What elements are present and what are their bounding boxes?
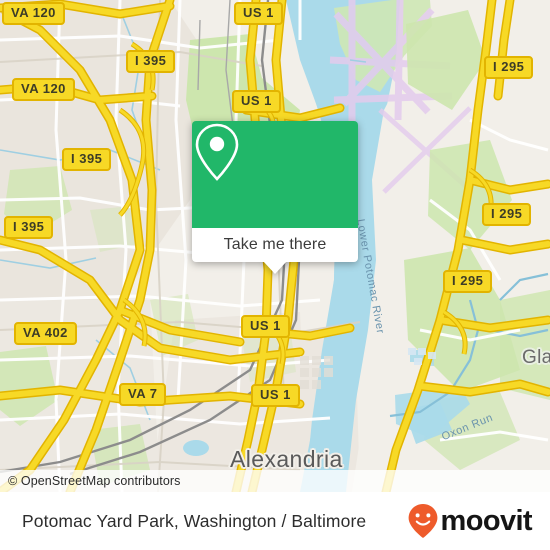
moovit-smiley-pin-icon	[408, 504, 437, 538]
map-canvas[interactable]: VA 120 I 395 US 1 US 1 VA 120 I 395 I 295 I 295…	[0, 0, 550, 492]
road-shield: VA 402	[14, 322, 77, 345]
road-shield: US 1	[241, 315, 290, 338]
location-pin-icon	[195, 123, 239, 181]
road-shield: US 1	[234, 2, 283, 25]
popup-image-area	[192, 121, 358, 228]
road-shield: I 395	[4, 216, 54, 239]
road-shield: US 1	[251, 384, 300, 407]
moovit-wordmark: moovit	[440, 504, 533, 537]
road-shield: I 295	[482, 203, 532, 226]
footer-bar: Potomac Yard Park, Washington / Baltimor…	[0, 492, 550, 550]
road-shield: VA 120	[12, 78, 75, 101]
moovit-logo[interactable]: moovit	[407, 503, 533, 539]
road-shield: I 295	[484, 56, 534, 79]
attribution-text: © OpenStreetMap contributors	[8, 474, 181, 488]
popup-action-bar[interactable]: Take me there	[192, 228, 358, 262]
road-shield: I 395	[126, 50, 176, 73]
road-shield: VA 120	[2, 2, 65, 25]
road-shield: I 395	[62, 148, 112, 171]
take-me-there-popup[interactable]: Take me there	[192, 121, 358, 274]
road-shield: US 1	[232, 90, 281, 113]
place-title: Potomac Yard Park, Washington / Baltimor…	[22, 510, 367, 531]
road-shield: I 295	[443, 270, 493, 293]
take-me-there-label: Take me there	[223, 236, 327, 253]
map-attribution[interactable]: © OpenStreetMap contributors	[0, 470, 550, 492]
moovit-map-screenshot: VA 120 I 395 US 1 US 1 VA 120 I 395 I 295 I 295…	[0, 0, 550, 550]
popup-callout-tail	[263, 261, 287, 274]
road-shield: VA 7	[119, 383, 167, 406]
